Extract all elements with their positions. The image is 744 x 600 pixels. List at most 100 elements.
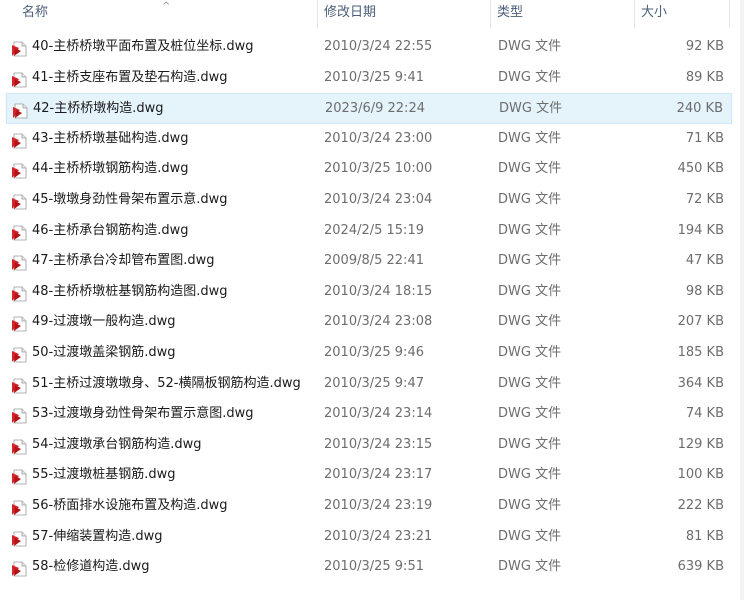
dwg-file-icon: [11, 284, 28, 302]
file-size: 74 KB: [685, 406, 724, 422]
file-modified-date: 2010/3/25 10:00: [324, 161, 433, 177]
file-type: DWG 文件: [498, 222, 562, 238]
file-name[interactable]: 44-主桥桥墩钢筋构造.dwg: [32, 154, 189, 184]
dwg-file-icon: [11, 467, 28, 485]
file-size: 129 KB: [677, 436, 724, 452]
file-name[interactable]: 57-伸缩装置构造.dwg: [32, 522, 163, 552]
file-row[interactable]: 54-过渡墩承台钢筋构造.dwg 2010/3/24 23:15 DWG 文件 129…: [6, 430, 732, 461]
dwg-file-icon: [11, 559, 28, 577]
dwg-file-icon: [11, 498, 28, 516]
file-name[interactable]: 51-主桥过渡墩墩身、52-横隔板钢筋构造.dwg: [32, 369, 301, 399]
vertical-scrollbar[interactable]: [740, 0, 744, 600]
file-size: 240 KB: [676, 101, 723, 117]
file-row[interactable]: 55-过渡墩桩基钢筋.dwg 2010/3/24 23:17 DWG 文件 100 K…: [6, 460, 732, 491]
file-type: DWG 文件: [498, 344, 562, 360]
file-row[interactable]: 44-主桥桥墩钢筋构造.dwg 2010/3/25 10:00 DWG 文件 450 …: [6, 154, 732, 185]
dwg-file-icon: [11, 437, 28, 455]
file-size: 100 KB: [677, 467, 724, 483]
dwg-file-icon: [11, 161, 28, 179]
file-row[interactable]: 40-主桥桥墩平面布置及桩位坐标.dwg 2010/3/24 22:55 DWG 文…: [6, 32, 732, 63]
dwg-file-icon: [11, 70, 28, 87]
file-row[interactable]: 51-主桥过渡墩墩身、52-横隔板钢筋构造.dwg 2010/3/25 9:47 D…: [6, 369, 732, 400]
file-row[interactable]: 50-过渡墩盖梁钢筋.dwg 2010/3/25 9:46 DWG 文件 185 KB: [6, 338, 732, 369]
dwg-file-icon: [11, 253, 28, 271]
file-type: DWG 文件: [498, 375, 562, 391]
file-name[interactable]: 58-检修道构造.dwg: [32, 552, 150, 582]
file-size: 194 KB: [677, 222, 724, 238]
column-header-date[interactable]: 修改日期: [318, 0, 491, 28]
file-row[interactable]: 43-主桥桥墩基础构造.dwg 2010/3/24 23:00 DWG 文件 71 K…: [6, 124, 732, 155]
dwg-file-icon: [11, 131, 28, 149]
file-name[interactable]: 50-过渡墩盖梁钢筋.dwg: [32, 338, 176, 368]
file-name[interactable]: 43-主桥桥墩基础构造.dwg: [32, 124, 189, 154]
file-name[interactable]: 53-过渡墩身劲性骨架布置示意图.dwg: [32, 399, 254, 429]
dwg-file-icon: [11, 345, 28, 363]
file-size: 98 KB: [685, 283, 724, 299]
file-modified-date: 2010/3/24 23:21: [324, 528, 433, 544]
file-name[interactable]: 54-过渡墩承台钢筋构造.dwg: [32, 430, 202, 460]
file-size: 72 KB: [685, 191, 724, 207]
file-size: 639 KB: [677, 559, 724, 575]
file-row[interactable]: 56-桥面排水设施布置及构造.dwg 2010/3/24 23:19 DWG 文件 2…: [6, 491, 732, 522]
file-type: DWG 文件: [498, 69, 562, 85]
file-size: 81 KB: [685, 528, 724, 544]
dwg-file-icon: [11, 39, 28, 57]
column-header-name[interactable]: ^ 名称: [0, 0, 318, 28]
column-divider[interactable]: [729, 0, 730, 28]
file-type: DWG 文件: [498, 283, 562, 299]
file-name[interactable]: 48-主桥桥墩桩基钢筋构造图.dwg: [32, 277, 228, 307]
dwg-file-icon: [12, 101, 29, 119]
file-modified-date: 2010/3/24 23:00: [324, 130, 433, 146]
file-row[interactable]: 47-主桥承台冷却管布置图.dwg 2009/8/5 22:41 DWG 文件 47 …: [6, 246, 732, 277]
dwg-file-icon: [11, 192, 28, 210]
file-name[interactable]: 55-过渡墩桩基钢筋.dwg: [32, 460, 176, 490]
file-modified-date: 2010/3/24 18:15: [324, 283, 433, 299]
file-row[interactable]: 42-主桥桥墩构造.dwg 2023/6/9 22:24 DWG 文件 240 KB: [6, 93, 732, 124]
file-modified-date: 2010/3/25 9:51: [324, 559, 424, 575]
file-type: DWG 文件: [498, 191, 562, 207]
file-row[interactable]: 46-主桥承台钢筋构造.dwg 2024/2/5 15:19 DWG 文件 194 K…: [6, 216, 732, 247]
dwg-file-icon: [11, 314, 28, 332]
file-modified-date: 2010/3/24 23:14: [324, 406, 433, 422]
file-type: DWG 文件: [498, 497, 562, 513]
file-row[interactable]: 49-过渡墩一般构造.dwg 2010/3/24 23:08 DWG 文件 207 K…: [6, 307, 732, 338]
column-header-name-label: 名称: [22, 5, 49, 20]
file-list: 40-主桥桥墩平面布置及桩位坐标.dwg 2010/3/24 22:55 DWG 文…: [0, 32, 744, 583]
file-modified-date: 2010/3/24 23:04: [324, 191, 433, 207]
column-header-size-label: 大小: [641, 5, 668, 20]
file-row[interactable]: 58-检修道构造.dwg 2010/3/25 9:51 DWG 文件 639 KB: [6, 552, 732, 583]
dwg-file-icon: [11, 406, 28, 424]
file-name[interactable]: 49-过渡墩一般构造.dwg: [32, 307, 176, 337]
file-type: DWG 文件: [498, 528, 562, 544]
file-name[interactable]: 40-主桥桥墩平面布置及桩位坐标.dwg: [32, 32, 254, 62]
file-name[interactable]: 47-主桥承台冷却管布置图.dwg: [32, 246, 215, 276]
file-row[interactable]: 41-主桥支座布置及垫石构造.dwg 2010/3/25 9:41 DWG 文件 89…: [6, 63, 732, 94]
dwg-file-icon: [11, 223, 28, 240]
file-row[interactable]: 48-主桥桥墩桩基钢筋构造图.dwg 2010/3/24 18:15 DWG 文件 9…: [6, 277, 732, 308]
file-type: DWG 文件: [498, 39, 562, 54]
file-size: 364 KB: [677, 375, 724, 391]
file-type: DWG 文件: [498, 253, 562, 269]
column-header-size[interactable]: 大小: [635, 0, 730, 28]
column-header-type[interactable]: 类型: [491, 0, 635, 28]
file-size: 89 KB: [685, 69, 724, 85]
file-modified-date: 2024/2/5 15:19: [324, 222, 424, 238]
file-name[interactable]: 42-主桥桥墩构造.dwg: [33, 94, 164, 124]
file-name[interactable]: 45-墩墩身劲性骨架布置示意.dwg: [32, 185, 228, 215]
file-modified-date: 2010/3/24 22:55: [324, 39, 433, 54]
file-row[interactable]: 57-伸缩装置构造.dwg 2010/3/24 23:21 DWG 文件 81 KB: [6, 522, 732, 553]
file-size: 222 KB: [677, 497, 724, 513]
file-size: 47 KB: [685, 253, 724, 269]
dwg-file-icon: [11, 529, 28, 546]
file-size: 450 KB: [677, 161, 724, 177]
file-type: DWG 文件: [498, 436, 562, 452]
file-row[interactable]: 53-过渡墩身劲性骨架布置示意图.dwg 2010/3/24 23:14 DWG 文…: [6, 399, 732, 430]
file-modified-date: 2010/3/24 23:17: [324, 467, 433, 483]
file-name[interactable]: 41-主桥支座布置及垫石构造.dwg: [32, 63, 228, 93]
file-row[interactable]: 45-墩墩身劲性骨架布置示意.dwg 2010/3/24 23:04 DWG 文件 7…: [6, 185, 732, 216]
file-type: DWG 文件: [498, 314, 562, 330]
file-modified-date: 2010/3/24 23:19: [324, 497, 433, 513]
file-name[interactable]: 56-桥面排水设施布置及构造.dwg: [32, 491, 228, 521]
file-name[interactable]: 46-主桥承台钢筋构造.dwg: [32, 216, 189, 246]
file-explorer-list-view: ^ 名称 修改日期 类型 大小 40-主桥桥墩平面布置及桩位坐标.dwg 2010…: [0, 0, 744, 600]
